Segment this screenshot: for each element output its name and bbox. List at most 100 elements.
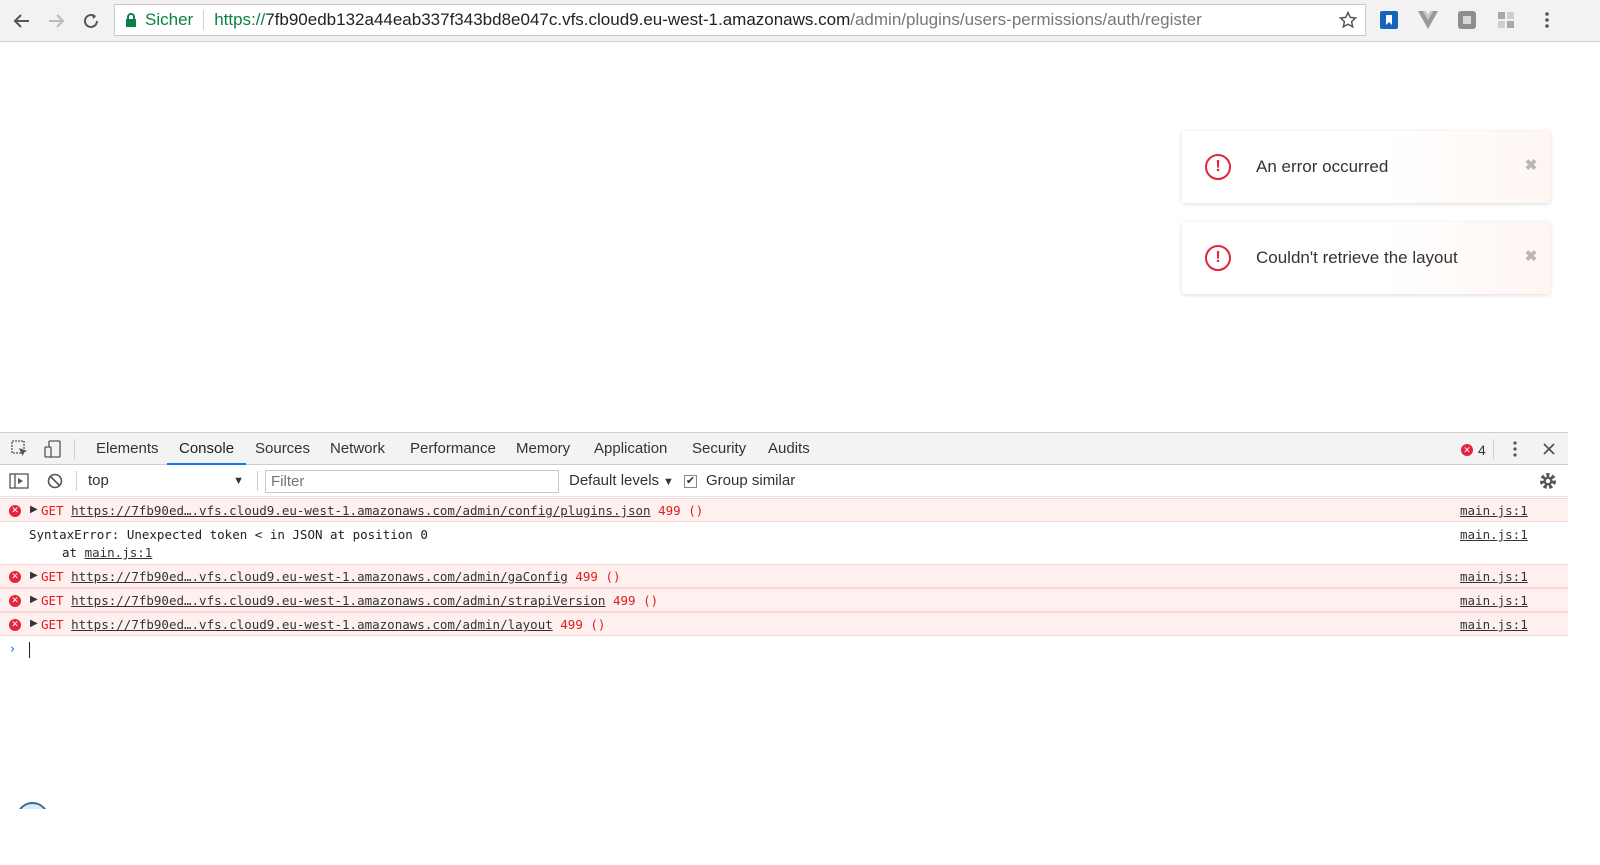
console-log-row: SyntaxError: Unexpected token < in JSON … — [0, 522, 1568, 564]
group-similar-label: Group similar — [706, 472, 796, 489]
toolbar-divider — [257, 471, 258, 491]
expand-triangle-icon[interactable]: ▶ — [30, 570, 38, 581]
group-similar-checkbox[interactable]: ✔ — [684, 475, 697, 488]
error-counter[interactable]: ✕ 4 — [1461, 442, 1486, 458]
close-icon[interactable]: ✖ — [1524, 158, 1538, 174]
source-link[interactable]: main.js:1 — [1460, 527, 1528, 542]
toolbar-divider — [1493, 439, 1494, 459]
extension-shield-icon[interactable] — [1456, 9, 1478, 31]
browser-toolbar: Sicher https://7fb90edb132a44eab337f343b… — [0, 0, 1600, 42]
source-link[interactable]: main.js:1 — [1460, 617, 1528, 632]
tab-application[interactable]: Application — [582, 433, 679, 465]
context-selector[interactable]: top ▼ — [80, 470, 250, 492]
console-error-row[interactable]: ✕ ▶ GET https://7fb90ed….vfs.cloud9.eu-w… — [0, 564, 1568, 588]
expand-triangle-icon[interactable]: ▶ — [30, 594, 38, 605]
back-arrow-icon — [13, 14, 29, 28]
source-link[interactable]: main.js:1 — [1460, 593, 1528, 608]
console-error-row[interactable]: ✕ ▶ GET https://7fb90ed….vfs.cloud9.eu-w… — [0, 612, 1568, 636]
back-button[interactable] — [9, 8, 35, 34]
context-value: top — [88, 472, 109, 489]
text-caret — [29, 642, 30, 658]
close-devtools-icon[interactable] — [1539, 439, 1559, 459]
layout-error-notification: ! Couldn't retrieve the layout ✖ — [1182, 222, 1550, 294]
prompt-chevron-icon: › — [10, 642, 16, 657]
dropdown-arrow-icon: ▼ — [233, 475, 244, 487]
address-bar[interactable]: Sicher https://7fb90edb132a44eab337f343b… — [114, 4, 1366, 36]
request-url-link[interactable]: https://7fb90ed….vfs.cloud9.eu-west-1.am… — [71, 593, 605, 608]
reload-button[interactable] — [78, 8, 104, 34]
console-prompt[interactable]: › — [0, 636, 1568, 662]
page-bottom-mask — [0, 809, 100, 865]
request-url-link[interactable]: https://7fb90ed….vfs.cloud9.eu-west-1.am… — [71, 569, 568, 584]
stack-prefix: at — [62, 545, 85, 560]
console-error-row[interactable]: ✕ ▶ GET https://7fb90ed….vfs.cloud9.eu-w… — [0, 498, 1568, 522]
tab-memory[interactable]: Memory — [504, 433, 582, 465]
log-levels-dropdown[interactable]: Default levels ▼ — [569, 470, 674, 493]
puzzle-extension-icon[interactable] — [1495, 9, 1517, 31]
bookmark-star-icon[interactable] — [1339, 11, 1357, 29]
tab-sources[interactable]: Sources — [243, 433, 322, 465]
tab-console[interactable]: Console — [167, 433, 247, 465]
error-icon: ✕ — [9, 619, 21, 631]
tab-audits[interactable]: Audits — [756, 433, 822, 465]
console-messages: ✕ ▶ GET https://7fb90ed….vfs.cloud9.eu-w… — [0, 498, 1568, 662]
dropdown-arrow-icon: ▼ — [663, 476, 674, 488]
filter-input[interactable] — [265, 470, 559, 493]
url-path: /admin/plugins/users-permissions/auth/re… — [850, 10, 1202, 29]
notification-message: Couldn't retrieve the layout — [1256, 248, 1458, 267]
tab-network[interactable]: Network — [318, 433, 397, 465]
toolbar-divider — [76, 471, 77, 491]
console-error-row[interactable]: ✕ ▶ GET https://7fb90ed….vfs.cloud9.eu-w… — [0, 588, 1568, 612]
forward-arrow-icon — [49, 14, 65, 28]
tab-security[interactable]: Security — [680, 433, 758, 465]
error-notification: ! An error occurred ✖ — [1182, 131, 1550, 203]
reload-icon — [84, 13, 98, 28]
devtools-panel: Elements Console Sources Network Perform… — [0, 432, 1568, 865]
log-message: SyntaxError: Unexpected token < in JSON … — [29, 527, 428, 542]
devtools-menu-icon[interactable] — [1505, 439, 1525, 459]
request-method: GET — [41, 503, 64, 518]
error-icon: ✕ — [9, 505, 21, 517]
source-link[interactable]: main.js:1 — [1460, 569, 1528, 584]
url-scheme: https:// — [214, 10, 266, 29]
device-toolbar-icon[interactable] — [43, 439, 63, 459]
error-count: 4 — [1478, 442, 1486, 458]
status-code: 499 () — [575, 569, 621, 584]
log-levels-label: Default levels — [569, 472, 660, 489]
notification-message: An error occurred — [1256, 157, 1389, 176]
browser-menu-icon[interactable] — [1536, 9, 1558, 31]
alert-circle-icon: ! — [1205, 245, 1231, 271]
toolbar-divider — [74, 439, 75, 459]
lock-icon — [125, 12, 137, 28]
devtools-tabbar: Elements Console Sources Network Perform… — [0, 432, 1568, 465]
console-filterbar: top ▼ Default levels▼ ✔ Group similar — [0, 465, 1568, 497]
request-method: GET — [41, 617, 64, 632]
console-settings-gear-icon[interactable] — [1538, 471, 1558, 491]
error-icon: ✕ — [9, 595, 21, 607]
bookmark-extension-icon[interactable] — [1378, 9, 1400, 31]
show-sidebar-icon[interactable] — [9, 471, 29, 491]
request-url-link[interactable]: https://7fb90ed….vfs.cloud9.eu-west-1.am… — [71, 503, 650, 518]
inspect-element-icon[interactable] — [10, 439, 30, 459]
expand-triangle-icon[interactable]: ▶ — [30, 504, 38, 515]
secure-label[interactable]: Sicher — [145, 10, 193, 30]
request-method: GET — [41, 569, 64, 584]
url-host: 7fb90edb132a44eab337f343bd8e047c.vfs.clo… — [265, 10, 851, 29]
alert-circle-icon: ! — [1205, 154, 1231, 180]
forward-button[interactable] — [43, 8, 69, 34]
request-url-link[interactable]: https://7fb90ed….vfs.cloud9.eu-west-1.am… — [71, 617, 553, 632]
request-method: GET — [41, 593, 64, 608]
source-link[interactable]: main.js:1 — [1460, 503, 1528, 518]
error-icon: ✕ — [1461, 444, 1473, 456]
clear-console-icon[interactable] — [45, 471, 65, 491]
stack-source-link[interactable]: main.js:1 — [85, 545, 153, 560]
status-code: 499 () — [612, 593, 659, 608]
status-code: 499 () — [658, 503, 704, 518]
tab-performance[interactable]: Performance — [398, 433, 508, 465]
vue-devtools-icon[interactable] — [1417, 9, 1439, 31]
close-icon[interactable]: ✖ — [1524, 249, 1538, 265]
tab-elements[interactable]: Elements — [84, 433, 171, 465]
error-icon: ✕ — [9, 571, 21, 583]
expand-triangle-icon[interactable]: ▶ — [30, 618, 38, 629]
status-code: 499 () — [560, 617, 606, 632]
